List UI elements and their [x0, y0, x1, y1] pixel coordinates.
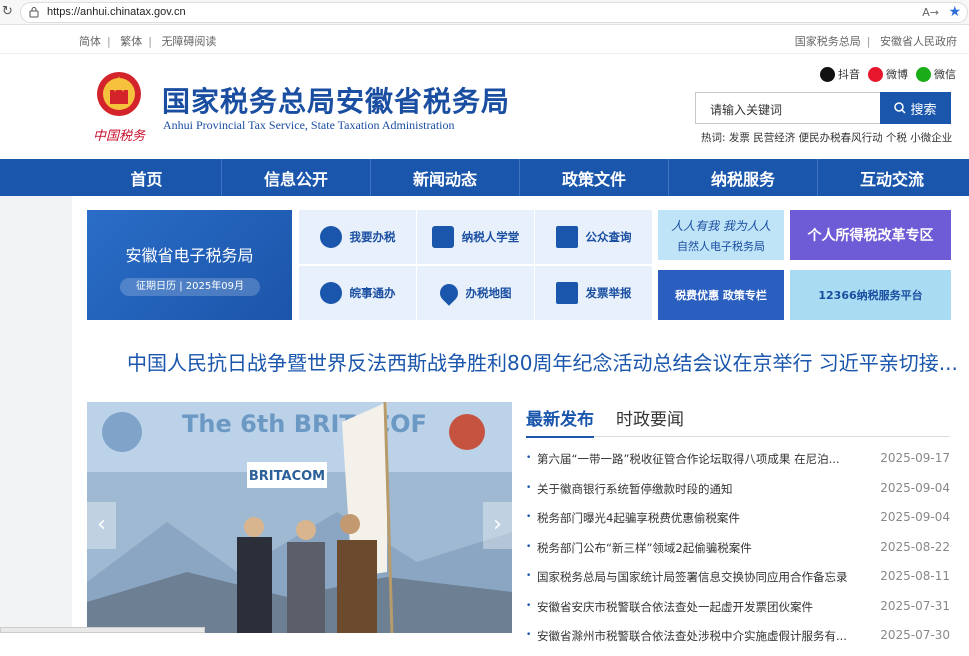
- tile-invoice-report[interactable]: 发票举报: [535, 266, 652, 320]
- news-list: • 第六届“一带一路”税收征管合作论坛取得八项成果 在尼泊... 2025-09-1…: [526, 449, 950, 656]
- etax-bureau-card[interactable]: 安徽省电子税务局 征期日历 | 2025年09月: [87, 210, 292, 320]
- carousel-prev-button[interactable]: ‹: [87, 502, 116, 549]
- social-links: 抖音 微博 微信: [820, 66, 956, 82]
- tax-calendar-badge[interactable]: 征期日历 | 2025年09月: [120, 278, 260, 296]
- tax-handling-icon: [319, 226, 342, 248]
- reload-icon[interactable]: ↻: [2, 4, 13, 19]
- list-item[interactable]: • 税务部门公布“新三样”领域2起偷骗税案件 2025-08-22: [526, 538, 950, 568]
- site-title[interactable]: 国家税务总局安徽省税务局: [162, 80, 510, 120]
- bullet-icon: •: [526, 541, 532, 552]
- bullet-icon: •: [526, 482, 532, 493]
- browser-toolbar: ↻ https://anhui.chinatax.gov.cn A→ ★: [0, 0, 969, 25]
- utility-bar: 简体 | 繁体 | 无障碍阅读 国家税务总局 | 安徽省人民政府: [0, 25, 969, 54]
- wechat-icon: [916, 66, 931, 82]
- site-subtitle: Anhui Provincial Tax Service, State Taxa…: [163, 118, 455, 132]
- address-bar[interactable]: https://anhui.chinatax.gov.cn A→ ★: [20, 2, 968, 23]
- list-item[interactable]: • 税务部门曝光4起骗享税费优惠偷税案件 2025-09-04: [526, 508, 950, 538]
- hot-terms: 热词: 发票 民营经济 便民办税春风行动 个税 小微企业: [701, 132, 953, 144]
- link-accessibility[interactable]: 无障碍阅读: [161, 35, 216, 48]
- nav-interaction[interactable]: 互动交流: [817, 159, 966, 196]
- search-icon: [894, 102, 907, 114]
- list-item[interactable]: • 安徽省安庆市税警联合依法查处一起虚开发票团伙案件 2025-07-31: [526, 597, 950, 627]
- classroom-icon: [431, 226, 454, 248]
- tile-classroom[interactable]: 纳税人学堂: [417, 210, 534, 264]
- read-aloud-icon[interactable]: A→: [922, 6, 939, 19]
- nav-policy[interactable]: 政策文件: [519, 159, 668, 196]
- search-button[interactable]: 搜索: [880, 92, 951, 124]
- invoice-report-icon: [555, 282, 578, 304]
- hot-term[interactable]: 便民办税春风行动: [799, 132, 883, 144]
- banner-tax-preference[interactable]: 税费优惠 政策专栏: [658, 270, 784, 320]
- search-button-label: 搜索: [910, 102, 937, 118]
- list-item[interactable]: • 国家税务总局与国家统计局签署信息交换协同应用合作备忘录 2025-08-11: [526, 567, 950, 597]
- search-doc-icon: [555, 226, 578, 248]
- social-weibo[interactable]: 微博: [868, 66, 908, 82]
- hot-term[interactable]: 发票: [729, 132, 750, 144]
- banner-iit-reform[interactable]: 个人所得税改革专区: [790, 210, 951, 260]
- nav-tax-service[interactable]: 纳税服务: [668, 159, 817, 196]
- url-text: https://anhui.chinatax.gov.cn: [47, 6, 186, 18]
- list-item[interactable]: • 关于徽商银行系统暂停缴款时段的通知 2025-09-04: [526, 479, 950, 509]
- photo-banner-text: The 6th BRITACOF: [182, 410, 427, 438]
- link-anhui-gov[interactable]: 安徽省人民政府: [880, 35, 957, 48]
- bullet-icon: •: [526, 571, 532, 581]
- top-headline-link[interactable]: 中国人民抗日战争暨世界反法西斯战争胜利80周年纪念活动总结会议在京举行 习近平亲…: [127, 347, 958, 376]
- link-traditional[interactable]: 繁体: [120, 35, 142, 48]
- social-wechat[interactable]: 微信: [916, 66, 956, 82]
- banner-12366-platform[interactable]: 12366纳税服务平台: [790, 270, 951, 320]
- compass-icon: [319, 282, 342, 304]
- banner-slogan: 人人有我 我为人人: [671, 218, 771, 233]
- bullet-icon: •: [526, 600, 532, 611]
- hot-term[interactable]: 个税: [886, 132, 907, 144]
- weibo-icon: [868, 66, 883, 82]
- bullet-icon: •: [526, 630, 532, 640]
- browser-status-bar: [0, 627, 205, 633]
- logo-caption: 中国税务: [93, 129, 146, 144]
- etax-title: 安徽省电子税务局: [125, 246, 254, 265]
- social-douyin[interactable]: 抖音: [820, 66, 860, 82]
- tile-wanshitong[interactable]: 皖事通办: [299, 266, 416, 320]
- tile-tax-handling[interactable]: 我要办税: [299, 210, 416, 264]
- carousel-next-button[interactable]: ›: [483, 502, 512, 549]
- tab-politics[interactable]: 时政要闻: [616, 405, 684, 430]
- douyin-icon: [820, 66, 835, 82]
- nav-news[interactable]: 新闻动态: [370, 159, 519, 196]
- tax-emblem-logo[interactable]: 中国税务: [88, 66, 150, 146]
- tab-latest[interactable]: 最新发布: [526, 405, 594, 438]
- bullet-icon: •: [526, 453, 532, 463]
- site-header: 中国税务 国家税务总局安徽省税务局 Anhui Provincial Tax S…: [0, 54, 969, 159]
- hot-term[interactable]: 小微企业: [910, 132, 952, 144]
- bullet-icon: •: [526, 512, 532, 522]
- favorite-star-icon[interactable]: ★: [948, 4, 961, 20]
- carousel-photo: The 6th BRITACOF BRITACOM: [87, 402, 512, 633]
- left-gutter: [0, 196, 72, 633]
- news-tabs: 最新发布 时政要闻: [526, 405, 950, 438]
- hot-term[interactable]: 民营经济: [753, 132, 795, 144]
- lock-icon: [29, 7, 39, 18]
- service-tiles: 我要办税 纳税人学堂 公众查询 皖事通办 办税地图 发票举报: [299, 210, 652, 320]
- search-input[interactable]: 请输入关键词: [695, 92, 881, 124]
- link-simplified[interactable]: 简体: [79, 35, 101, 48]
- tile-public-query[interactable]: 公众查询: [535, 210, 652, 264]
- main-nav: 首页 信息公开 新闻动态 政策文件 纳税服务 互动交流: [0, 159, 969, 196]
- tile-tax-map[interactable]: 办税地图: [417, 266, 534, 320]
- list-item[interactable]: • 安徽省滁州市税警联合依法查处涉税中介实施虚假计服务有... 2025-07-30: [526, 626, 950, 656]
- news-photo-carousel[interactable]: The 6th BRITACOF BRITACOM ‹ ›: [87, 402, 512, 633]
- map-pin-icon: [435, 280, 462, 306]
- nav-home[interactable]: 首页: [72, 159, 221, 196]
- link-sat[interactable]: 国家税务总局: [795, 35, 861, 48]
- flag-text: BRITACOM: [249, 469, 325, 484]
- nav-info-disclosure[interactable]: 信息公开: [221, 159, 370, 196]
- banner-natural-person-etax[interactable]: 人人有我 我为人人 自然人电子税务局: [658, 210, 784, 260]
- list-item[interactable]: • 第六届“一带一路”税收征管合作论坛取得八项成果 在尼泊... 2025-09-1…: [526, 449, 950, 479]
